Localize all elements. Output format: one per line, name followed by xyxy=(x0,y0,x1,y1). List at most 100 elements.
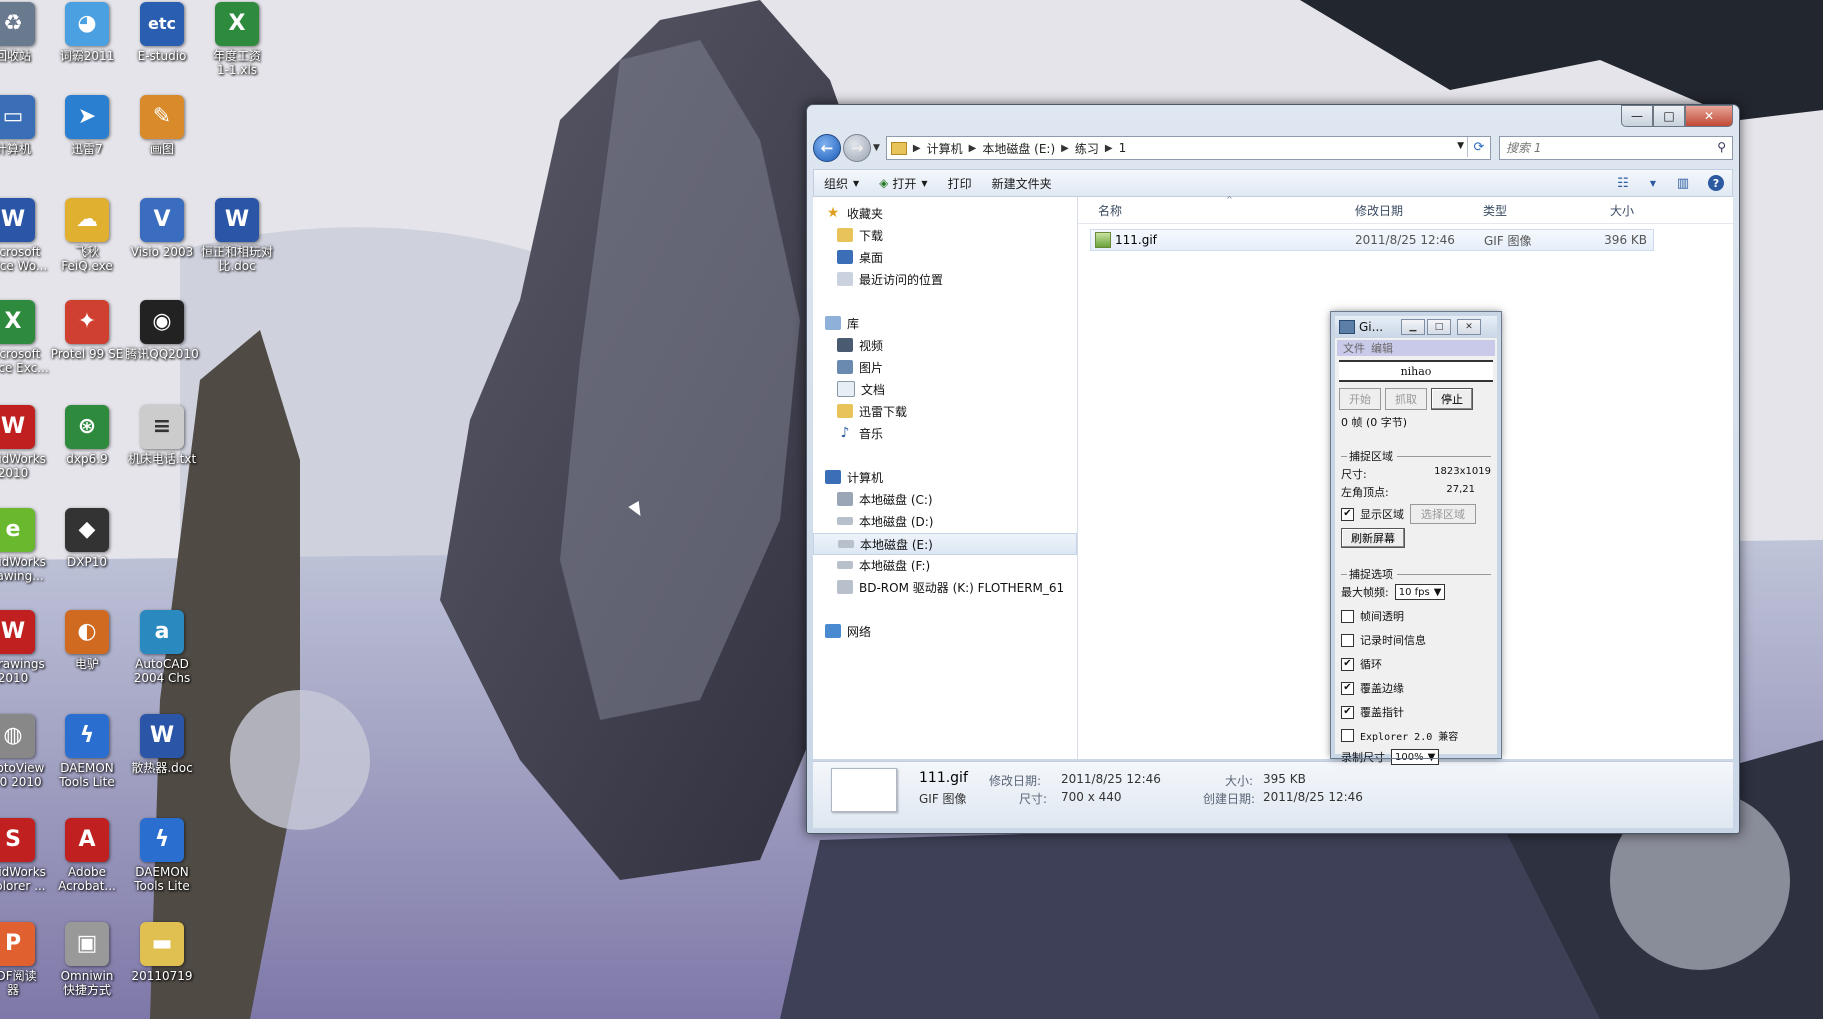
close-button[interactable]: ✕ xyxy=(1457,319,1481,335)
desktop-icon-visio[interactable]: V Visio 2003 xyxy=(119,198,205,259)
desktop-icon-dxp10[interactable]: ◆ DXP10 xyxy=(44,508,130,569)
print-button[interactable]: 打印 xyxy=(938,170,982,196)
maximize-button[interactable]: □ xyxy=(1427,319,1451,335)
desktop-icon-emule[interactable]: ◐ 电驴 xyxy=(44,610,130,671)
breadcrumb-separator-icon[interactable]: ▶ xyxy=(1105,143,1113,154)
frame-transparent-checkbox[interactable] xyxy=(1341,609,1354,623)
desktop-icon-daemon-2[interactable]: ϟ DAEMON Tools Lite xyxy=(119,818,205,893)
file-row[interactable]: 111.gif 2011/8/25 12:46 GIF 图像 396 KB xyxy=(1090,229,1654,251)
desktop-icon-label: 词霸2011 xyxy=(59,49,115,63)
nav-drive-k[interactable]: BD-ROM 驱动器 (K:) FLOTHERM_61 xyxy=(837,577,1077,597)
gif-recorder-titlebar[interactable]: Gi... ▁ □ ✕ xyxy=(1335,316,1497,338)
view-options-icon[interactable]: ☷ xyxy=(1614,175,1632,191)
capture-size-label: 尺寸: xyxy=(1341,468,1367,481)
cover-pointer-checkbox[interactable]: ✔ xyxy=(1341,705,1354,719)
nav-drive-e[interactable]: 本地磁盘 (E:) xyxy=(813,533,1077,555)
text-file-icon: ≡ xyxy=(140,405,184,449)
preview-pane-icon[interactable]: ▥ xyxy=(1674,175,1692,191)
loop-checkbox[interactable]: ✔ xyxy=(1341,657,1354,671)
open-button[interactable]: ◈ 打开 ▼ xyxy=(869,170,937,196)
desktop-icon-excel-file[interactable]: X 年度工资 1-1.xls xyxy=(194,2,280,77)
organize-button[interactable]: 组织 ▼ xyxy=(814,170,869,196)
capture-area-header: 捕捉区域 xyxy=(1349,450,1393,463)
stop-button[interactable]: 停止 xyxy=(1431,388,1473,410)
chevron-down-icon[interactable]: ▼ xyxy=(1644,175,1662,191)
breadcrumb-separator-icon[interactable]: ▶ xyxy=(913,143,921,154)
menu-file[interactable]: 文件 xyxy=(1343,340,1365,356)
refresh-icon[interactable]: ⟳ xyxy=(1467,137,1490,157)
nav-drive-c[interactable]: 本地磁盘 (C:) xyxy=(837,489,1077,509)
breadcrumb-folder-1[interactable]: 1 xyxy=(1119,141,1127,155)
column-header-size[interactable]: 大小 xyxy=(1610,202,1634,219)
desktop-icon-dxp69[interactable]: ⊛ dxp6.9 xyxy=(44,405,130,466)
nav-computer[interactable]: 计算机 xyxy=(825,467,1077,487)
start-button[interactable]: 开始 xyxy=(1339,388,1381,410)
breadcrumb-computer[interactable]: 计算机 xyxy=(927,140,963,157)
desktop-icon-doc-compare[interactable]: W 恒正和相玩对 比.doc xyxy=(194,198,280,273)
desktop-icon-txt[interactable]: ≡ 机床电话.txt xyxy=(119,405,205,466)
desktop-icon-estudio[interactable]: etc E-studio xyxy=(119,2,205,63)
forward-button[interactable]: → xyxy=(843,134,871,162)
record-time-checkbox[interactable] xyxy=(1341,633,1354,647)
nav-libraries[interactable]: 库 xyxy=(825,313,1077,333)
desktop-icon-paint[interactable]: ✎ 画图 xyxy=(119,95,205,156)
address-dropdown-icon[interactable]: ▼ xyxy=(1457,141,1464,151)
desktop-icon-daemon-1[interactable]: ϟ DAEMON Tools Lite xyxy=(44,714,130,789)
desktop-icon-feiq[interactable]: ☁ 飞秋 FeiQ.exe xyxy=(44,198,130,273)
column-header-name[interactable]: 名称 xyxy=(1098,202,1122,219)
breadcrumb-separator-icon[interactable]: ▶ xyxy=(1061,143,1069,154)
minimize-button[interactable]: ▁ xyxy=(1401,319,1425,335)
details-dims: 700 x 440 xyxy=(1061,790,1122,804)
column-header-modified[interactable]: 修改日期 xyxy=(1355,202,1403,219)
desktop-icon-qq[interactable]: ◉ 腾讯QQ2010 xyxy=(119,300,205,361)
nav-thunder-downloads[interactable]: 迅雷下载 xyxy=(837,401,1077,421)
breadcrumb-practice[interactable]: 练习 xyxy=(1075,140,1099,157)
nav-videos[interactable]: 视频 xyxy=(837,335,1077,355)
show-area-checkbox[interactable]: ✔ xyxy=(1341,507,1354,521)
help-icon[interactable]: ? xyxy=(1708,175,1724,191)
nav-drive-d[interactable]: 本地磁盘 (D:) xyxy=(837,511,1077,531)
explorer-compat-row: Explorer 2.0 兼容 xyxy=(1341,728,1491,743)
capture-button[interactable]: 抓取 xyxy=(1385,388,1427,410)
desktop-icon-acrobat[interactable]: A Adobe Acrobat... xyxy=(44,818,130,893)
search-input[interactable] xyxy=(1500,140,1708,156)
desktop-icon-protel[interactable]: ✦ Protel 99 SE xyxy=(44,300,130,361)
nav-recent[interactable]: 最近访问的位置 xyxy=(837,269,1077,289)
nav-documents[interactable]: 文档 xyxy=(837,379,1077,399)
back-button[interactable]: ← xyxy=(813,134,841,162)
nav-favorites[interactable]: ★ 收藏夹 xyxy=(825,203,1077,223)
cover-edge-checkbox[interactable]: ✔ xyxy=(1341,681,1354,695)
search-icon[interactable]: ⚲ xyxy=(1717,140,1726,154)
column-header-type[interactable]: 类型 xyxy=(1483,202,1507,219)
max-fps-select[interactable]: 10 fps ▼ xyxy=(1394,584,1446,600)
new-folder-button[interactable]: 新建文件夹 xyxy=(982,170,1062,196)
menu-edit[interactable]: 编辑 xyxy=(1371,340,1393,356)
record-size-select[interactable]: 100% ▼ xyxy=(1391,749,1440,765)
refresh-screen-button[interactable]: 刷新屏幕 xyxy=(1341,528,1405,548)
desktop-icon-radiator-doc[interactable]: W 散热器.doc xyxy=(119,714,205,775)
nav-pictures[interactable]: 图片 xyxy=(837,357,1077,377)
details-modified: 2011/8/25 12:46 xyxy=(1061,772,1161,786)
close-button[interactable]: ✕ xyxy=(1685,105,1733,127)
breadcrumb-separator-icon[interactable]: ▶ xyxy=(969,143,977,154)
minimize-button[interactable]: — xyxy=(1621,105,1653,127)
nav-network[interactable]: 网络 xyxy=(825,621,1077,641)
desktop-icon-thunder[interactable]: ➤ 迅雷7 xyxy=(44,95,130,156)
address-bar[interactable]: ▶ 计算机 ▶ 本地磁盘 (E:) ▶ 练习 ▶ 1 ▼ ⟳ xyxy=(885,136,1491,160)
desktop-icon-omniwin[interactable]: ▣ Omniwin 快捷方式 xyxy=(44,922,130,997)
recent-pages-dropdown-icon[interactable]: ▼ xyxy=(873,143,880,153)
nav-downloads[interactable]: 下载 xyxy=(837,225,1077,245)
open-with-icon: ◈ xyxy=(879,176,889,190)
desktop-icon-ciba[interactable]: ◕ 词霸2011 xyxy=(44,2,130,63)
search-box[interactable]: ⚲ xyxy=(1499,136,1733,160)
desktop-icon-autocad[interactable]: a AutoCAD 2004 Chs xyxy=(119,610,205,685)
maximize-button[interactable]: □ xyxy=(1653,105,1685,127)
select-area-button[interactable]: 选择区域 xyxy=(1410,504,1476,524)
nav-drive-f[interactable]: 本地磁盘 (F:) xyxy=(837,555,1077,575)
explorer-compat-checkbox[interactable] xyxy=(1341,729,1354,742)
gif-name-field[interactable]: nihao xyxy=(1339,360,1493,382)
desktop-icon-folder-20110719[interactable]: ▬ 20110719 xyxy=(119,922,205,983)
nav-music[interactable]: ♪ 音乐 xyxy=(837,423,1077,443)
breadcrumb-drive-e[interactable]: 本地磁盘 (E:) xyxy=(982,140,1055,157)
nav-desktop[interactable]: 桌面 xyxy=(837,247,1077,267)
